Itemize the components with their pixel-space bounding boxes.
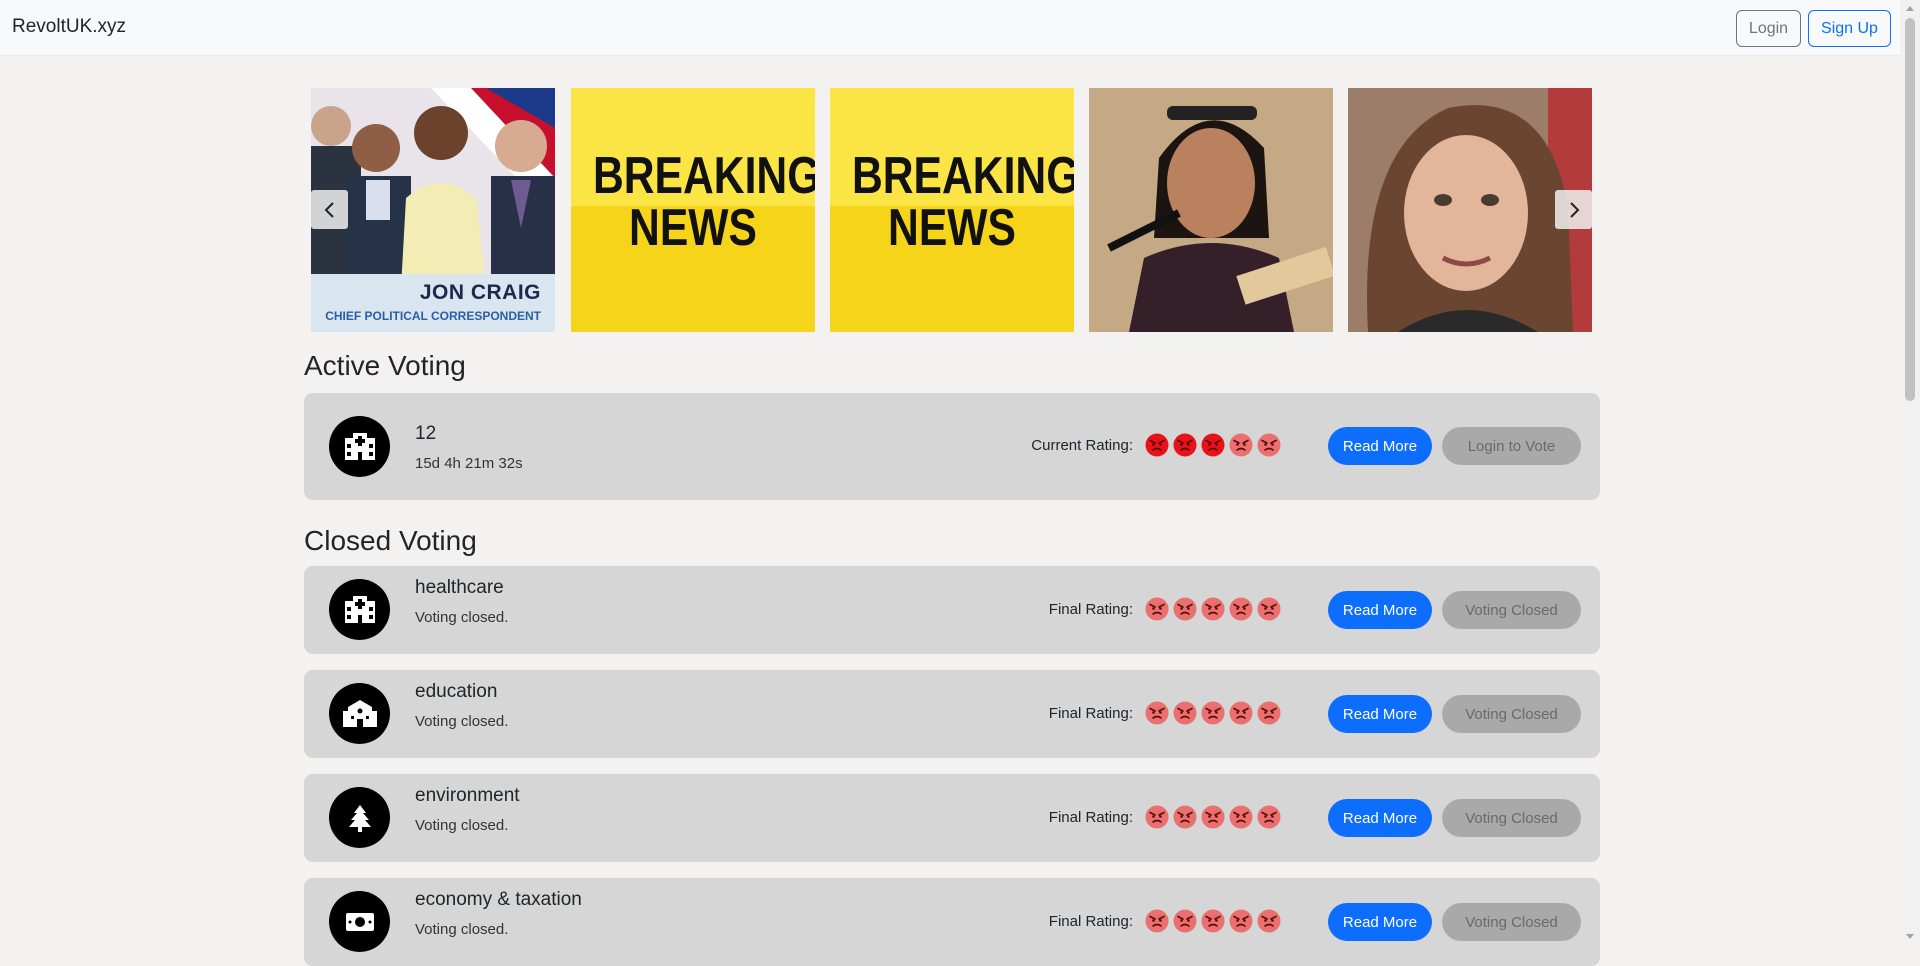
angry-face-icon: [1257, 701, 1281, 725]
angry-face-icon: [1145, 597, 1169, 621]
scroll-up-arrow-icon[interactable]: [1906, 6, 1914, 11]
tree-icon: [329, 787, 390, 848]
page-scrollbar[interactable]: [1900, 0, 1920, 945]
angry-face-icon: [1257, 909, 1281, 933]
vote-status: Voting closed.: [415, 817, 509, 834]
read-more-button[interactable]: Read More: [1328, 799, 1432, 837]
chevron-left-icon: [324, 201, 334, 218]
rating-label: Final Rating:: [1048, 600, 1133, 618]
angry-face-icon: [1145, 909, 1169, 933]
rating-faces: [1141, 909, 1281, 933]
angry-face-icon: [1257, 805, 1281, 829]
current-rating: Current Rating:: [1031, 433, 1281, 457]
rating-faces: [1141, 701, 1281, 725]
read-more-button[interactable]: Read More: [1328, 427, 1432, 465]
chevron-right-icon: [1569, 201, 1579, 218]
slide-caption-role: CHIEF POLITICAL CORRESPONDENT: [325, 309, 541, 323]
angry-face-icon: [1201, 597, 1225, 621]
angry-face-icon: [1229, 805, 1253, 829]
angry-face-icon: [1201, 909, 1225, 933]
rating-faces[interactable]: [1141, 433, 1281, 457]
vote-title: healthcare: [415, 577, 504, 598]
carousel-slide-breaking-news[interactable]: BREAKING NEWS: [571, 88, 815, 332]
active-vote-card: 12 15d 4h 21m 32s Current Rating: Read M…: [304, 393, 1600, 500]
closed-vote-card-environment: environment Voting closed. Final Rating:…: [304, 774, 1600, 862]
brand-link[interactable]: RevoltUK.xyz: [12, 16, 126, 38]
final-rating: Final Rating:: [1049, 909, 1281, 933]
vote-status: Voting closed.: [415, 921, 509, 938]
carousel-slide-speaker[interactable]: [1089, 88, 1333, 332]
closed-vote-card-education: education Voting closed. Final Rating: R…: [304, 670, 1600, 758]
vote-title: environment: [415, 785, 520, 806]
rating-label: Current Rating:: [1031, 436, 1133, 454]
angry-face-icon: [1201, 701, 1225, 725]
vote-title: education: [415, 681, 498, 702]
active-voting-heading: Active Voting: [304, 350, 466, 381]
angry-face-icon: [1145, 805, 1169, 829]
angry-face-icon: [1173, 909, 1197, 933]
rating-label: Final Rating:: [1048, 704, 1133, 722]
angry-face-icon[interactable]: [1173, 433, 1197, 457]
closed-vote-card-healthcare: healthcare Voting closed. Final Rating: …: [304, 566, 1600, 654]
login-to-vote-button[interactable]: Login to Vote: [1442, 427, 1581, 465]
closed-vote-card-economy: economy & taxation Voting closed. Final …: [304, 878, 1600, 966]
angry-face-icon: [1173, 805, 1197, 829]
school-icon: [329, 683, 390, 744]
read-more-button[interactable]: Read More: [1328, 695, 1432, 733]
rating-label: Final Rating:: [1048, 808, 1133, 826]
vote-countdown: 15d 4h 21m 32s: [415, 455, 523, 472]
angry-face-icon[interactable]: [1145, 433, 1169, 457]
angry-face-icon: [1229, 597, 1253, 621]
angry-face-icon: [1173, 597, 1197, 621]
voting-closed-button: Voting Closed: [1442, 695, 1581, 733]
angry-face-icon: [1145, 701, 1169, 725]
angry-face-icon[interactable]: [1257, 433, 1281, 457]
angry-face-icon: [1257, 597, 1281, 621]
rating-faces: [1141, 597, 1281, 621]
hospital-icon: [329, 579, 390, 640]
scrollbar-thumb[interactable]: [1905, 18, 1915, 401]
money-icon: [329, 891, 390, 952]
rating-faces: [1141, 805, 1281, 829]
angry-face-icon[interactable]: [1201, 433, 1225, 457]
vote-status: Voting closed.: [415, 609, 509, 626]
closed-voting-heading: Closed Voting: [304, 525, 477, 556]
hospital-icon: [329, 416, 390, 477]
read-more-button[interactable]: Read More: [1328, 903, 1432, 941]
angry-face-icon: [1201, 805, 1225, 829]
final-rating: Final Rating:: [1049, 597, 1281, 621]
breaking-headline: BREAKING: [851, 147, 1074, 205]
voting-closed-button: Voting Closed: [1442, 799, 1581, 837]
news-carousel: JON CRAIG CHIEF POLITICAL CORRESPONDENT …: [311, 88, 1594, 332]
angry-face-icon[interactable]: [1229, 433, 1253, 457]
angry-face-icon: [1173, 701, 1197, 725]
carousel-next-button[interactable]: [1555, 190, 1592, 229]
vote-title: 12: [415, 423, 437, 444]
slide-caption-name: JON CRAIG: [419, 281, 541, 304]
vote-status: Voting closed.: [415, 713, 509, 730]
vote-title: economy & taxation: [415, 889, 582, 910]
sign-up-button[interactable]: Sign Up: [1808, 10, 1891, 47]
scroll-down-arrow-icon[interactable]: [1906, 934, 1914, 939]
voting-closed-button: Voting Closed: [1442, 903, 1581, 941]
rating-label: Final Rating:: [1048, 912, 1133, 930]
angry-face-icon: [1229, 701, 1253, 725]
carousel-prev-button[interactable]: [311, 190, 348, 229]
final-rating: Final Rating:: [1049, 701, 1281, 725]
final-rating: Final Rating:: [1049, 805, 1281, 829]
voting-closed-button: Voting Closed: [1442, 591, 1581, 629]
login-button[interactable]: Login: [1736, 10, 1801, 47]
breaking-headline: BREAKING: [592, 147, 815, 205]
read-more-button[interactable]: Read More: [1328, 591, 1432, 629]
breaking-headline-line2: NEWS: [629, 199, 757, 257]
breaking-headline-line2: NEWS: [888, 199, 1016, 257]
navbar: RevoltUK.xyz Login Sign Up: [0, 0, 1900, 56]
carousel-slide-breaking-news-2[interactable]: BREAKING NEWS: [830, 88, 1074, 332]
angry-face-icon: [1229, 909, 1253, 933]
